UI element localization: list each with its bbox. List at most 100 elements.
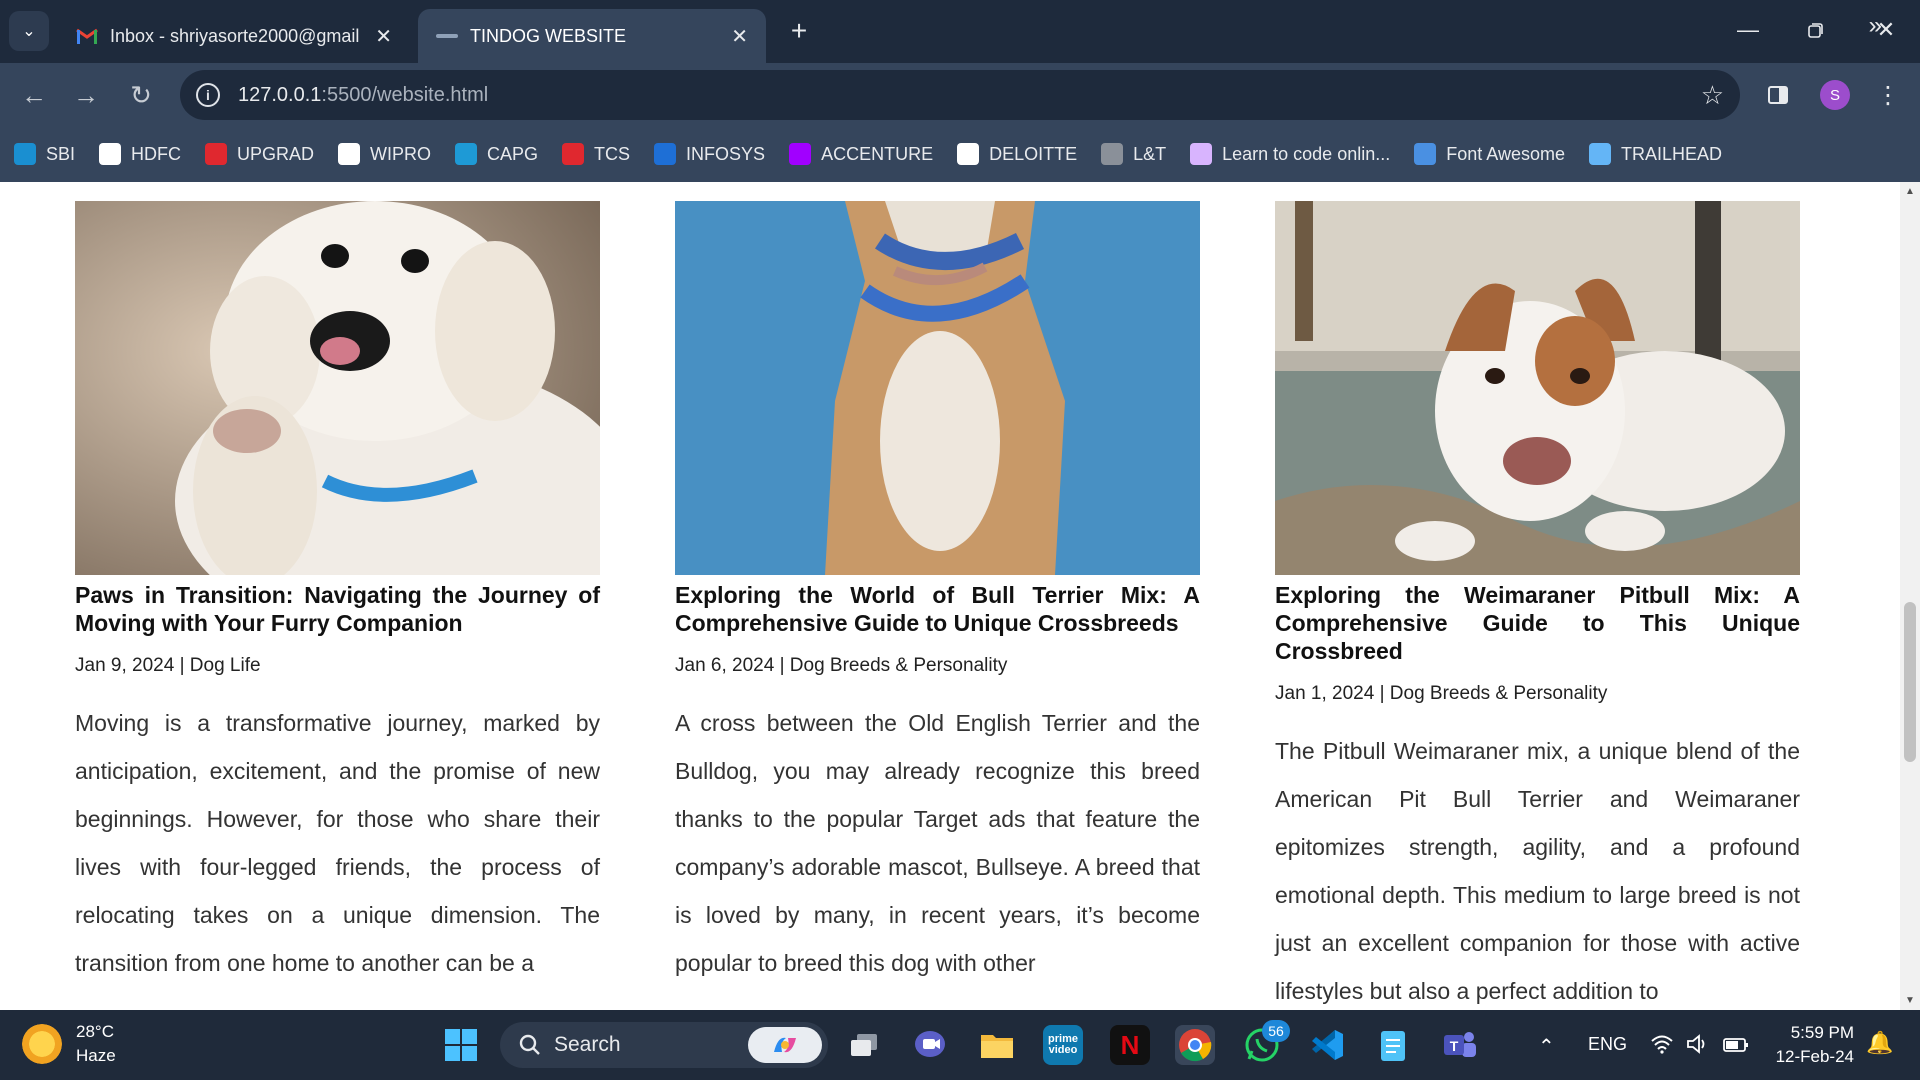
- system-clock[interactable]: 5:59 PM 12-Feb-24: [1762, 1021, 1854, 1069]
- bookmark-item[interactable]: Learn to code onlin...: [1190, 134, 1390, 174]
- close-window-button[interactable]: ✕: [1858, 10, 1914, 50]
- chevron-up-icon[interactable]: ⌃: [1538, 1034, 1555, 1059]
- post-image-white-poodle[interactable]: [75, 201, 600, 575]
- bookmarks-bar: SBI HDFC UPGRAD WIPRO CAPG TCS INFOSYS ACCENTUR…: [0, 126, 1920, 182]
- blog-post-card[interactable]: Paws in Transition: Navigating the Journ…: [75, 201, 600, 987]
- file-explorer-icon[interactable]: [977, 1025, 1017, 1065]
- battery-icon[interactable]: [1722, 1034, 1750, 1059]
- gmail-icon: [76, 25, 98, 47]
- bookmark-label: TRAILHEAD: [1620, 143, 1722, 164]
- reload-button[interactable]: ↻: [121, 75, 161, 115]
- bookmark-label: HDFC: [131, 143, 182, 164]
- copilot-icon[interactable]: [748, 1027, 822, 1063]
- forward-button[interactable]: →: [66, 75, 106, 115]
- post-excerpt: A cross between the Old English Terrier …: [675, 710, 1200, 976]
- bookmark-item[interactable]: SBI: [14, 134, 75, 174]
- side-panel-button[interactable]: [1758, 75, 1798, 115]
- post-title[interactable]: Paws in Transition: Navigating the Journ…: [75, 581, 600, 637]
- bookmark-item[interactable]: TCS: [562, 134, 630, 174]
- volume-icon[interactable]: [1686, 1034, 1710, 1059]
- wifi-icon[interactable]: [1650, 1034, 1674, 1059]
- notepad-icon[interactable]: [1373, 1025, 1413, 1065]
- tab-tindog[interactable]: TINDOG WEBSITE ✕: [418, 9, 766, 63]
- bookmark-item[interactable]: L&T: [1101, 134, 1166, 174]
- scrimba-icon: [1190, 143, 1213, 165]
- bookmark-item[interactable]: CAPG: [455, 134, 538, 174]
- weather-condition: Haze: [76, 1046, 116, 1065]
- tab-title: Inbox - shriyasorte2000@gmail: [110, 25, 360, 46]
- meet-icon[interactable]: [911, 1025, 951, 1065]
- bookmark-item[interactable]: TRAILHEAD: [1588, 134, 1722, 174]
- hdfc-icon: [99, 143, 122, 165]
- start-button[interactable]: [441, 1025, 481, 1065]
- windows-logo-icon: [445, 1029, 477, 1061]
- url-path: :5500/website.html: [321, 83, 489, 106]
- page-scrollbar[interactable]: ▲ ▼: [1900, 182, 1920, 1010]
- post-title[interactable]: Exploring the World of Bull Terrier Mix:…: [675, 581, 1200, 637]
- site-info-icon[interactable]: i: [196, 83, 220, 107]
- scroll-down-arrow-icon[interactable]: ▼: [1905, 995, 1915, 1006]
- blog-post-card[interactable]: Exploring the World of Bull Terrier Mix:…: [675, 201, 1200, 987]
- capg-icon: [455, 143, 478, 165]
- restore-button[interactable]: [1788, 10, 1844, 50]
- bookmark-label: WIPRO: [370, 143, 432, 164]
- tab-search-button[interactable]: ⌄: [9, 11, 49, 51]
- arrow-left-icon: ←: [21, 79, 47, 110]
- post-image-pitbull-mix[interactable]: [1275, 201, 1800, 575]
- task-view-icon[interactable]: [844, 1025, 884, 1065]
- kebab-menu-icon: ⋮: [1876, 81, 1900, 109]
- new-tab-button[interactable]: +: [780, 12, 818, 50]
- more-bookmarks-icon[interactable]: »: [1869, 12, 1882, 40]
- bookmark-label: TCS: [594, 143, 631, 164]
- back-button[interactable]: ←: [14, 75, 54, 115]
- clock-date: 12-Feb-24: [1775, 1047, 1854, 1066]
- minimize-button[interactable]: —: [1720, 10, 1776, 50]
- tcs-icon: [562, 143, 585, 165]
- post-meta: Jan 6, 2024 | Dog Breeds & Personality: [675, 655, 1008, 676]
- tab-strip: ⌄ Inbox - shriyasorte2000@gmail ✕ TINDOG…: [0, 0, 1920, 63]
- vscode-icon[interactable]: [1307, 1025, 1347, 1065]
- accenture-icon: [789, 143, 812, 165]
- close-tab-icon[interactable]: ✕: [731, 24, 748, 49]
- weather-widget[interactable]: 28°C Haze: [22, 1020, 116, 1068]
- post-meta: Jan 9, 2024 | Dog Life: [75, 655, 261, 676]
- chrome-icon[interactable]: [1175, 1025, 1215, 1065]
- bookmark-label: ACCENTURE: [821, 143, 934, 164]
- bookmark-star-icon[interactable]: ☆: [1701, 80, 1724, 111]
- page-viewport: Paws in Transition: Navigating the Journ…: [0, 182, 1900, 1010]
- netflix-icon[interactable]: N: [1110, 1025, 1150, 1065]
- scroll-up-arrow-icon[interactable]: ▲: [1905, 186, 1915, 197]
- bookmark-item[interactable]: DELOITTE: [957, 134, 1077, 174]
- post-image-bull-terrier-mix[interactable]: [675, 201, 1200, 575]
- url-host: 127.0.0.1: [238, 83, 322, 106]
- bookmark-item[interactable]: INFOSYS: [654, 134, 765, 174]
- plus-icon: +: [790, 15, 808, 46]
- language-indicator[interactable]: ENG: [1588, 1034, 1627, 1055]
- bookmark-label: Font Awesome: [1446, 143, 1565, 164]
- search-label: Search: [554, 1033, 621, 1056]
- bookmark-item[interactable]: Font Awesome: [1414, 134, 1565, 174]
- prime-video-icon[interactable]: prime video: [1043, 1025, 1083, 1065]
- restore-icon: [1808, 23, 1823, 38]
- tab-gmail[interactable]: Inbox - shriyasorte2000@gmail ✕: [58, 9, 410, 63]
- address-bar[interactable]: i 127.0.0.1:5500/website.html ☆: [180, 70, 1740, 120]
- teams-icon[interactable]: T: [1440, 1025, 1480, 1065]
- profile-avatar[interactable]: S: [1820, 80, 1850, 110]
- blog-post-card[interactable]: Exploring the Weimaraner Pitbull Mix: A …: [1275, 201, 1800, 1010]
- bookmark-item[interactable]: WIPRO: [338, 134, 431, 174]
- bookmark-item[interactable]: HDFC: [99, 134, 181, 174]
- bookmark-item[interactable]: UPGRAD: [205, 134, 314, 174]
- bookmark-label: SBI: [46, 143, 76, 164]
- minimize-icon: —: [1737, 17, 1759, 42]
- post-excerpt: The Pitbull Weimaraner mix, a unique ble…: [1275, 738, 1800, 1004]
- sbi-icon: [14, 143, 36, 165]
- scrollbar-thumb[interactable]: [1904, 602, 1916, 762]
- close-tab-icon[interactable]: ✕: [375, 24, 392, 49]
- taskbar-search[interactable]: Search: [500, 1022, 828, 1068]
- menu-button[interactable]: ⋮: [1868, 75, 1908, 115]
- bookmark-label: Learn to code onlin...: [1222, 143, 1391, 164]
- post-title[interactable]: Exploring the Weimaraner Pitbull Mix: A …: [1275, 581, 1800, 665]
- side-panel-icon: [1768, 86, 1788, 104]
- bookmark-item[interactable]: ACCENTURE: [789, 134, 933, 174]
- notification-bell-icon[interactable]: 🔔: [1866, 1030, 1893, 1056]
